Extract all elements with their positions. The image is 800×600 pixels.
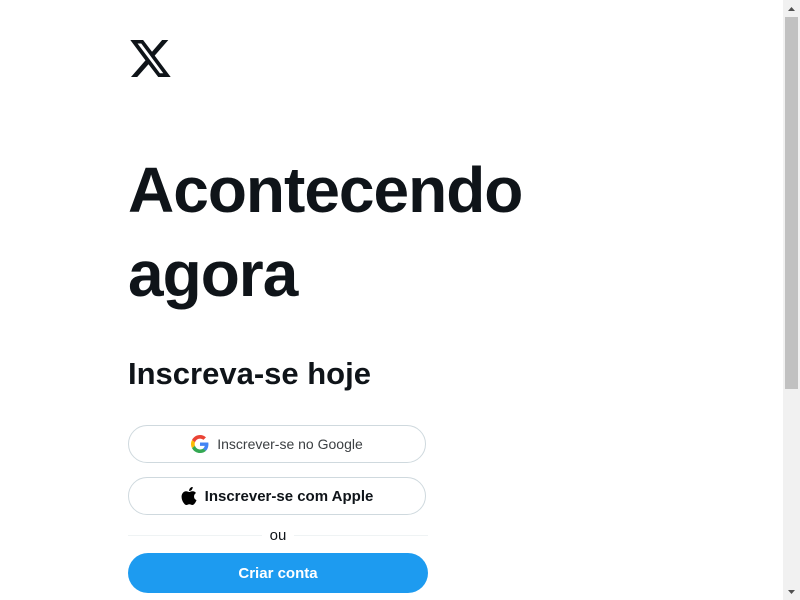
page-headline: Acontecendo agora xyxy=(128,148,688,316)
vertical-scrollbar[interactable] xyxy=(783,0,800,600)
create-account-button[interactable]: Criar conta xyxy=(128,553,428,593)
x-logo-icon xyxy=(130,40,171,77)
divider-line-left xyxy=(128,534,262,536)
signup-title: Inscreva-se hoje xyxy=(128,356,371,391)
headline-line-1: Acontecendo xyxy=(128,154,523,226)
divider-text: ou xyxy=(269,526,287,544)
apple-icon xyxy=(181,487,197,505)
login-page: Acontecendo agora Inscreva-se hoje Inscr… xyxy=(0,0,783,600)
google-signup-label: Inscrever-se no Google xyxy=(217,436,363,452)
scroll-down-arrow-icon[interactable] xyxy=(783,583,800,600)
google-icon xyxy=(191,435,209,453)
scrollbar-thumb[interactable] xyxy=(785,17,798,389)
scroll-up-arrow-icon[interactable] xyxy=(783,0,800,17)
divider-line-right xyxy=(294,534,428,536)
apple-signup-button[interactable]: Inscrever-se com Apple xyxy=(128,477,426,515)
apple-signup-label: Inscrever-se com Apple xyxy=(204,487,374,505)
google-signup-button[interactable]: Inscrever-se no Google xyxy=(128,425,426,463)
or-divider: ou xyxy=(128,525,428,545)
headline-line-2: agora xyxy=(128,238,298,310)
create-account-label: Criar conta xyxy=(238,564,318,582)
